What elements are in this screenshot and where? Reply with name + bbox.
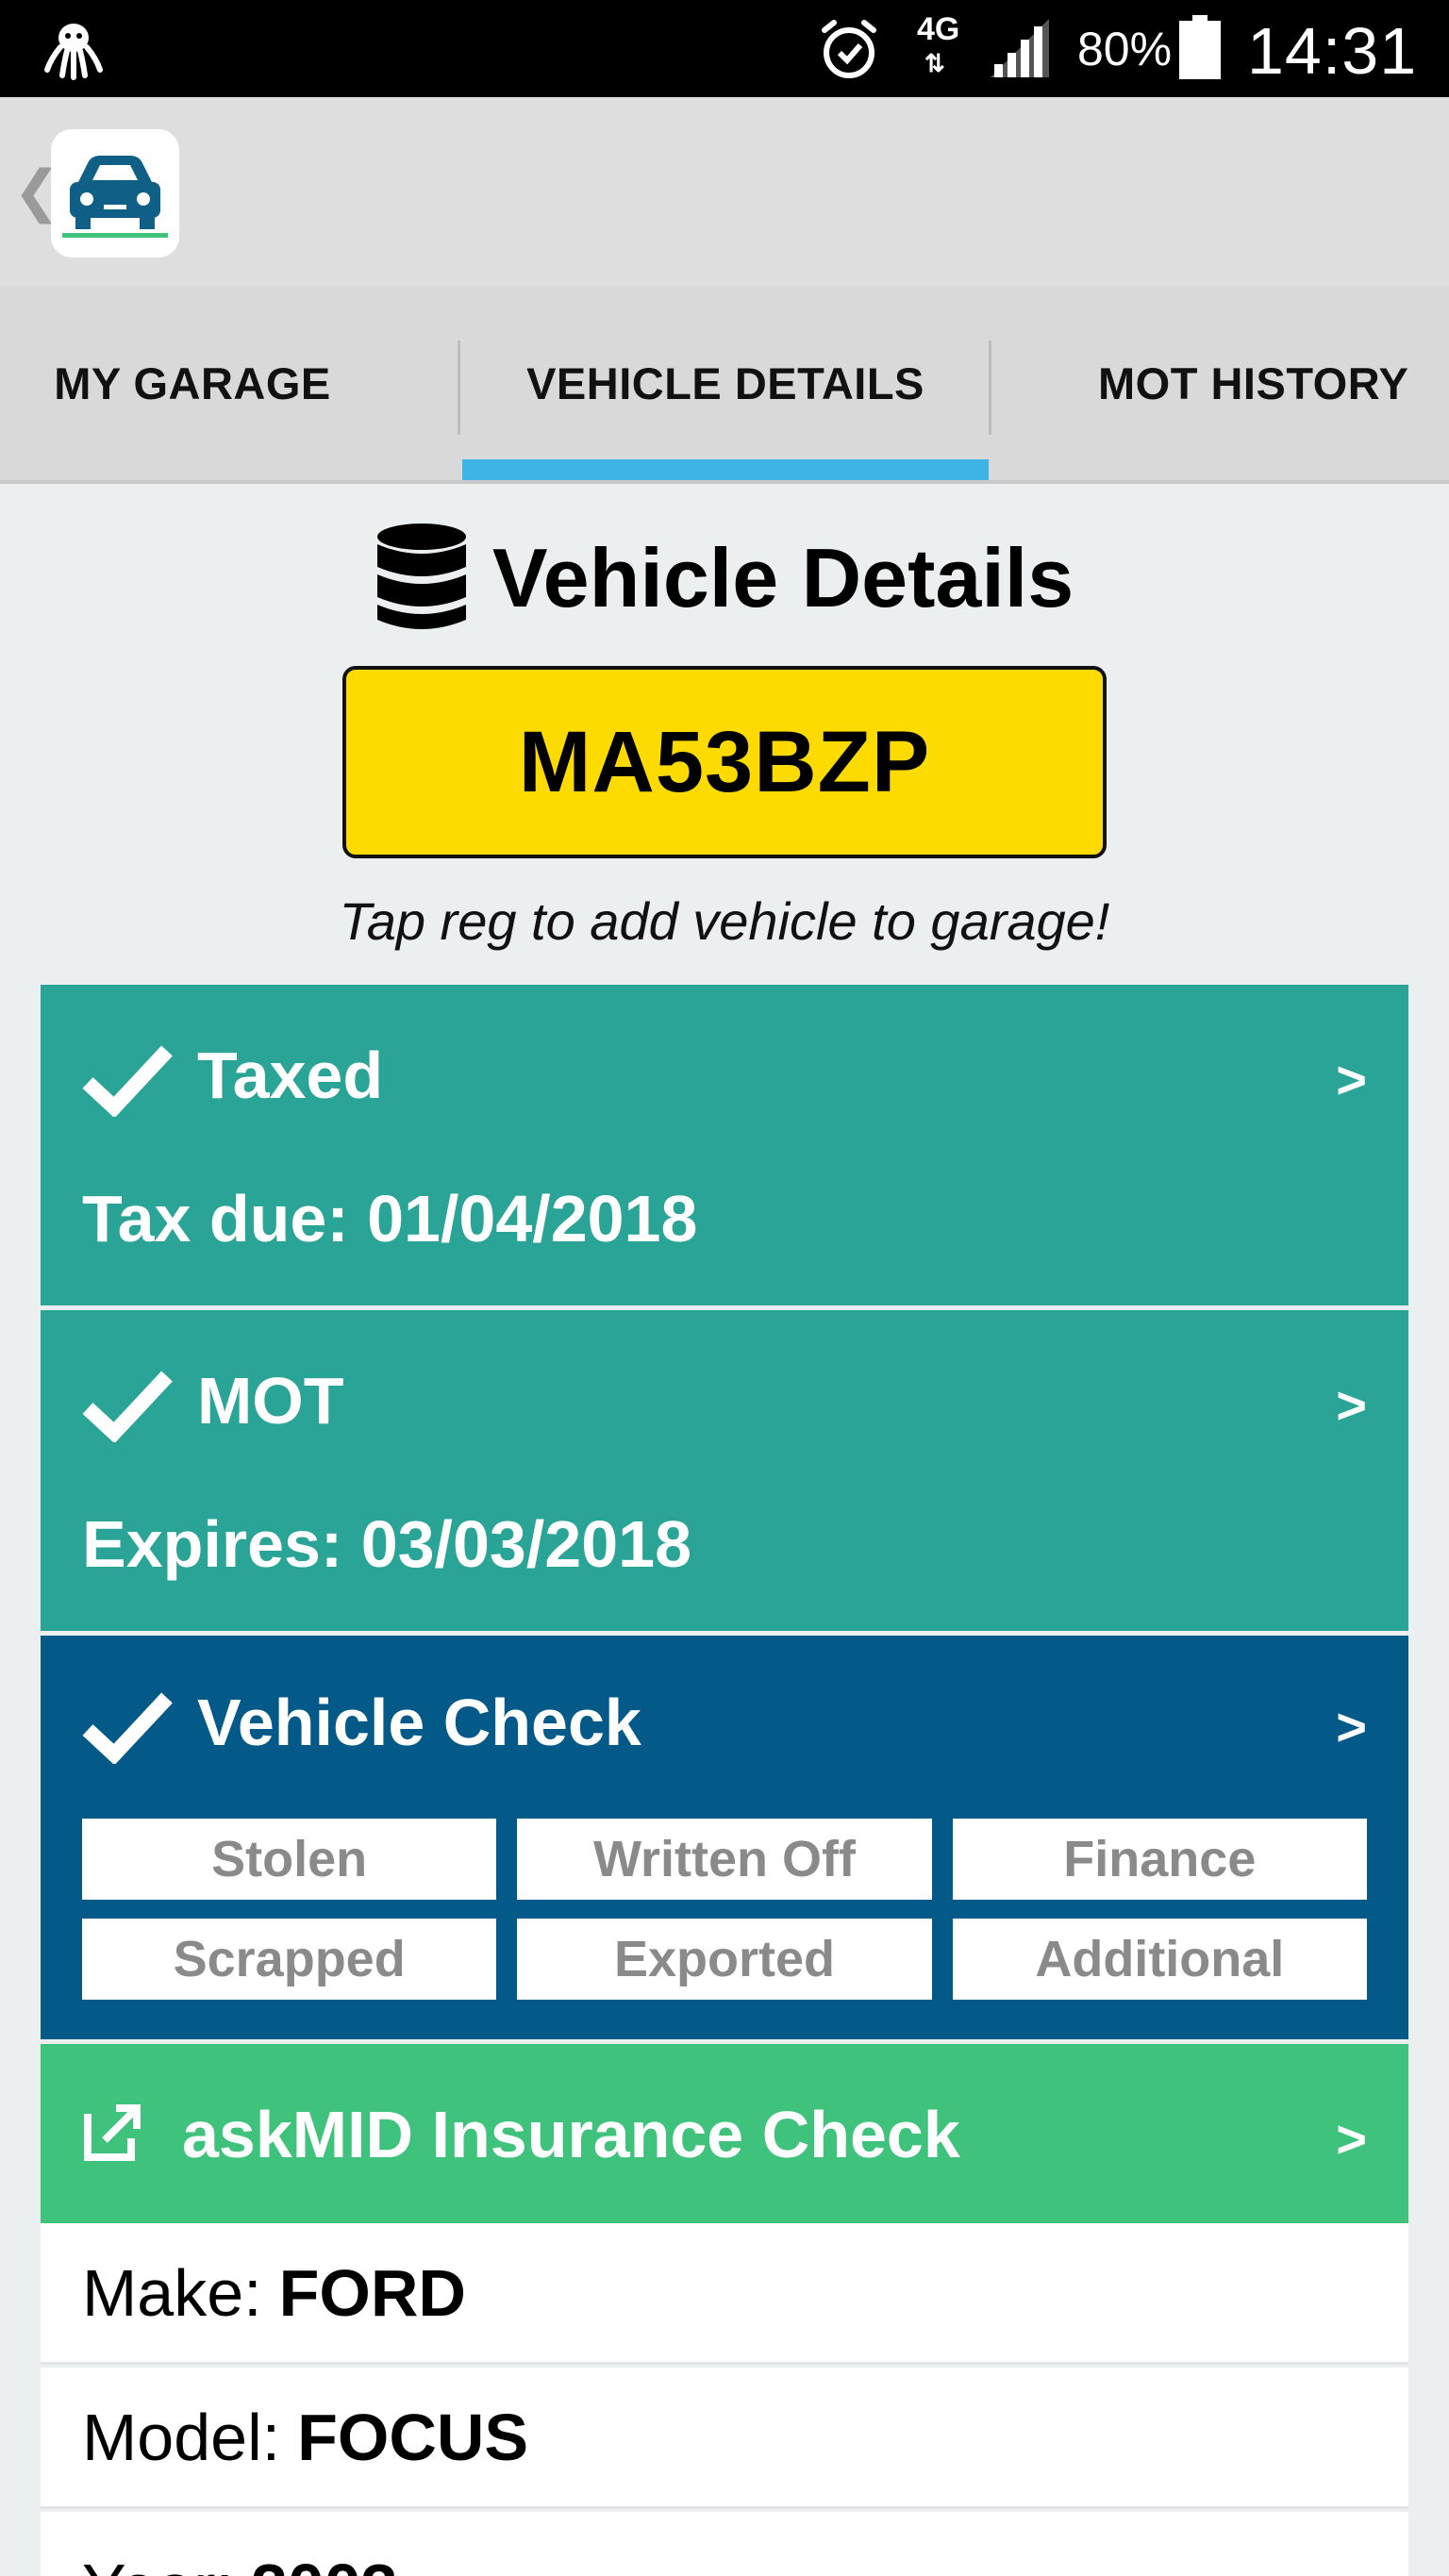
checkmark-icon bbox=[82, 1045, 173, 1117]
checkmark-icon bbox=[82, 1371, 173, 1442]
check-stolen[interactable]: Stolen bbox=[82, 1819, 497, 1900]
battery-icon bbox=[1179, 15, 1221, 79]
chevron-right-icon: > bbox=[1336, 2109, 1367, 2169]
make-label: Make: bbox=[82, 2255, 262, 2330]
chevron-right-icon: > bbox=[1336, 1697, 1367, 1756]
model-row: Model: FOCUS bbox=[41, 2368, 1408, 2509]
tab-divider bbox=[458, 341, 460, 435]
registration-hint: Tap reg to add vehicle to garage! bbox=[339, 891, 1110, 951]
year-row: Year: 2003 bbox=[41, 2512, 1408, 2576]
check-additional[interactable]: Additional bbox=[952, 1919, 1367, 2000]
check-written-off[interactable]: Written Off bbox=[517, 1819, 932, 1900]
chevron-right-icon: > bbox=[1336, 1050, 1367, 1109]
network-type: 4G bbox=[917, 11, 960, 47]
mot-expiry-date: Expires: 03/03/2018 bbox=[82, 1507, 692, 1581]
make-row: Make: FORD bbox=[41, 2223, 1408, 2365]
chevron-right-icon: > bbox=[1336, 1375, 1367, 1435]
app-logo[interactable] bbox=[51, 129, 179, 258]
tax-status: Taxed bbox=[197, 1039, 384, 1112]
vehicle-check-title: Vehicle Check bbox=[197, 1686, 641, 1759]
page-header: Vehicle Details bbox=[0, 517, 1449, 640]
tab-mot-history[interactable]: MOT HISTORY bbox=[1057, 286, 1449, 480]
checkmark-icon bbox=[82, 1692, 173, 1764]
clock: 14:31 bbox=[1247, 14, 1418, 88]
vehicle-check-grid: Stolen Written Off Finance Scrapped Expo… bbox=[82, 1819, 1367, 2000]
car-logo-icon bbox=[62, 156, 168, 238]
vehicle-check-card[interactable]: Vehicle Check > Stolen Written Off Finan… bbox=[41, 1636, 1408, 2039]
check-exported[interactable]: Exported bbox=[517, 1919, 932, 2000]
tax-card[interactable]: Taxed > Tax due: 01/04/2018 bbox=[41, 985, 1408, 1305]
check-finance[interactable]: Finance bbox=[952, 1819, 1367, 1900]
registration-plate[interactable]: MA53BZP bbox=[342, 666, 1107, 858]
mot-card[interactable]: MOT > Expires: 03/03/2018 bbox=[41, 1310, 1408, 1631]
data-arrows-icon: ⇅ bbox=[924, 49, 945, 77]
external-link-icon bbox=[84, 2104, 141, 2161]
tab-divider bbox=[989, 341, 991, 435]
octopus-icon bbox=[44, 24, 103, 80]
tax-due-date: Tax due: 01/04/2018 bbox=[82, 1182, 698, 1255]
status-bar: 4G ⇅ 80% 14:31 bbox=[0, 0, 1449, 97]
battery-percent: 80% bbox=[1077, 23, 1173, 75]
mot-status: MOT bbox=[197, 1364, 344, 1438]
model-label: Model: bbox=[82, 2400, 281, 2474]
insurance-check-title: askMID Insurance Check bbox=[182, 2098, 960, 2171]
active-tab-indicator bbox=[462, 459, 989, 480]
check-scrapped[interactable]: Scrapped bbox=[82, 1919, 497, 2000]
year-label: Year: bbox=[82, 2550, 234, 2576]
alarm-icon bbox=[822, 20, 876, 78]
insurance-check-card[interactable]: askMID Insurance Check > bbox=[41, 2044, 1408, 2223]
tab-vehicle-details[interactable]: VEHICLE DETAILS bbox=[462, 286, 989, 480]
year-value: 2003 bbox=[251, 2550, 398, 2576]
page-title: Vehicle Details bbox=[491, 531, 1074, 624]
model-value: FOCUS bbox=[297, 2400, 529, 2474]
tab-my-garage[interactable]: MY GARAGE bbox=[0, 286, 385, 480]
make-value: FORD bbox=[278, 2255, 466, 2330]
tab-bar: MY GARAGE VEHICLE DETAILS MOT HISTORY bbox=[0, 286, 1449, 484]
database-icon bbox=[376, 524, 466, 629]
app-bar: ❮ bbox=[0, 97, 1449, 286]
signal-icon bbox=[991, 19, 1049, 77]
network-indicator: 4G ⇅ bbox=[911, 11, 970, 87]
